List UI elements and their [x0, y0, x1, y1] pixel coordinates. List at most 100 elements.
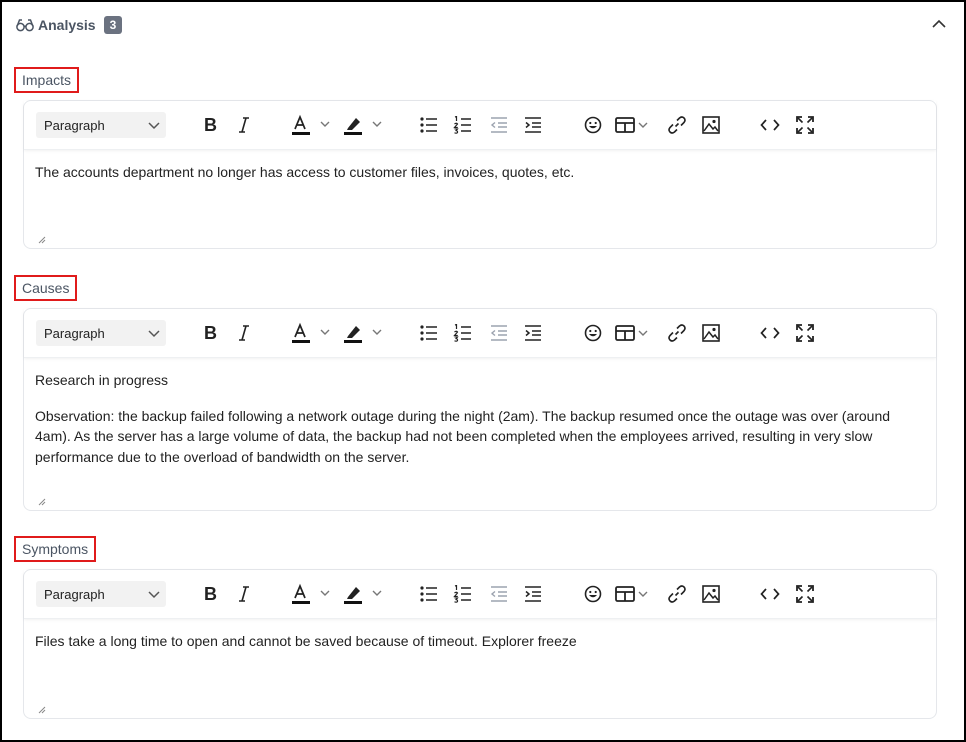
resize-handle-icon[interactable]	[38, 498, 46, 506]
glasses-icon	[16, 19, 34, 32]
chevron-down-icon	[148, 122, 160, 130]
text-color-button[interactable]	[290, 582, 334, 606]
resize-handle-icon[interactable]	[38, 236, 46, 244]
svg-text:B: B	[204, 324, 217, 342]
outdent-icon	[490, 325, 507, 341]
bullet-list-button[interactable]	[418, 582, 440, 606]
bullet-list-button[interactable]	[418, 321, 440, 345]
code-button[interactable]	[759, 113, 781, 137]
table-icon	[615, 117, 648, 133]
causes-editor: Paragraph B Research in progress Observa…	[23, 308, 937, 511]
symptoms-editor: Paragraph B Files take a long time to op…	[23, 569, 937, 719]
paragraph: Research in progress	[35, 372, 169, 388]
link-button[interactable]	[666, 113, 688, 137]
text-color-icon	[292, 114, 330, 135]
highlight-button[interactable]	[342, 321, 386, 345]
code-icon	[760, 119, 780, 131]
panel-title: Analysis	[38, 17, 96, 33]
indent-icon	[525, 325, 541, 341]
chevron-down-icon	[148, 330, 160, 338]
table-button[interactable]	[614, 582, 654, 606]
image-icon	[702, 585, 720, 603]
svg-text:B: B	[204, 585, 217, 603]
link-icon	[668, 585, 686, 603]
bold-button[interactable]: B	[200, 321, 220, 345]
outdent-button[interactable]	[488, 113, 510, 137]
code-button[interactable]	[759, 582, 781, 606]
table-button[interactable]	[614, 321, 654, 345]
italic-icon	[239, 586, 249, 602]
link-button[interactable]	[666, 582, 688, 606]
symptoms-editor-content[interactable]: Files take a long time to open and canno…	[24, 619, 936, 652]
bold-icon: B	[204, 324, 217, 342]
fullscreen-icon	[796, 324, 814, 342]
indent-icon	[525, 117, 541, 133]
resize-handle-icon[interactable]	[38, 706, 46, 714]
fullscreen-icon	[796, 116, 814, 134]
paragraph: Files take a long time to open and canno…	[35, 633, 577, 649]
count-badge: 3	[103, 16, 123, 34]
bullet-list-icon	[420, 117, 437, 133]
outdent-button[interactable]	[488, 582, 510, 606]
indent-button[interactable]	[522, 582, 544, 606]
italic-button[interactable]	[234, 113, 254, 137]
editor-toolbar: Paragraph B	[24, 309, 936, 358]
fullscreen-icon	[796, 585, 814, 603]
indent-button[interactable]	[522, 113, 544, 137]
bold-button[interactable]: B	[200, 113, 220, 137]
table-button[interactable]	[614, 113, 654, 137]
link-icon	[668, 116, 686, 134]
numbered-list-button[interactable]	[452, 113, 474, 137]
bold-button[interactable]: B	[200, 582, 220, 606]
highlight-icon	[344, 326, 382, 343]
chevron-down-icon	[148, 591, 160, 599]
image-icon	[702, 324, 720, 342]
chevron-up-icon[interactable]	[930, 16, 948, 32]
impacts-editor-content[interactable]: The accounts department no longer has ac…	[24, 150, 936, 183]
emoji-icon	[584, 116, 602, 134]
emoji-icon	[584, 324, 602, 342]
bullet-list-button[interactable]	[418, 113, 440, 137]
image-icon	[702, 116, 720, 134]
block-format-value: Paragraph	[44, 586, 105, 602]
text-color-icon	[292, 322, 330, 343]
symptoms-label: Symptoms	[14, 536, 97, 562]
emoji-button[interactable]	[582, 321, 604, 345]
emoji-button[interactable]	[582, 582, 604, 606]
numbered-list-icon	[453, 116, 471, 134]
numbered-list-button[interactable]	[452, 582, 474, 606]
causes-label: Causes	[14, 275, 78, 301]
emoji-button[interactable]	[582, 113, 604, 137]
italic-button[interactable]	[234, 582, 254, 606]
indent-icon	[525, 586, 541, 602]
image-button[interactable]	[700, 321, 722, 345]
outdent-icon	[490, 586, 507, 602]
causes-editor-content[interactable]: Research in progress Observation: the bac…	[24, 358, 936, 467]
code-button[interactable]	[759, 321, 781, 345]
fullscreen-button[interactable]	[794, 582, 816, 606]
indent-button[interactable]	[522, 321, 544, 345]
fullscreen-button[interactable]	[794, 113, 816, 137]
numbered-list-button[interactable]	[452, 321, 474, 345]
code-icon	[760, 327, 780, 339]
image-button[interactable]	[700, 113, 722, 137]
bullet-list-icon	[420, 586, 437, 602]
italic-button[interactable]	[234, 321, 254, 345]
fullscreen-button[interactable]	[794, 321, 816, 345]
numbered-list-icon	[453, 324, 471, 342]
block-format-select[interactable]: Paragraph	[36, 320, 166, 346]
outdent-button[interactable]	[488, 321, 510, 345]
highlight-button[interactable]	[342, 113, 386, 137]
text-color-button[interactable]	[290, 113, 334, 137]
text-color-icon	[292, 583, 330, 604]
link-button[interactable]	[666, 321, 688, 345]
table-icon	[615, 325, 648, 341]
highlight-icon	[344, 587, 382, 604]
text-color-button[interactable]	[290, 321, 334, 345]
editor-toolbar: Paragraph B	[24, 570, 936, 619]
highlight-button[interactable]	[342, 582, 386, 606]
block-format-select[interactable]: Paragraph	[36, 581, 166, 607]
impacts-editor: Paragraph B The accounts department no l…	[23, 100, 937, 249]
block-format-select[interactable]: Paragraph	[36, 112, 166, 138]
image-button[interactable]	[700, 582, 722, 606]
